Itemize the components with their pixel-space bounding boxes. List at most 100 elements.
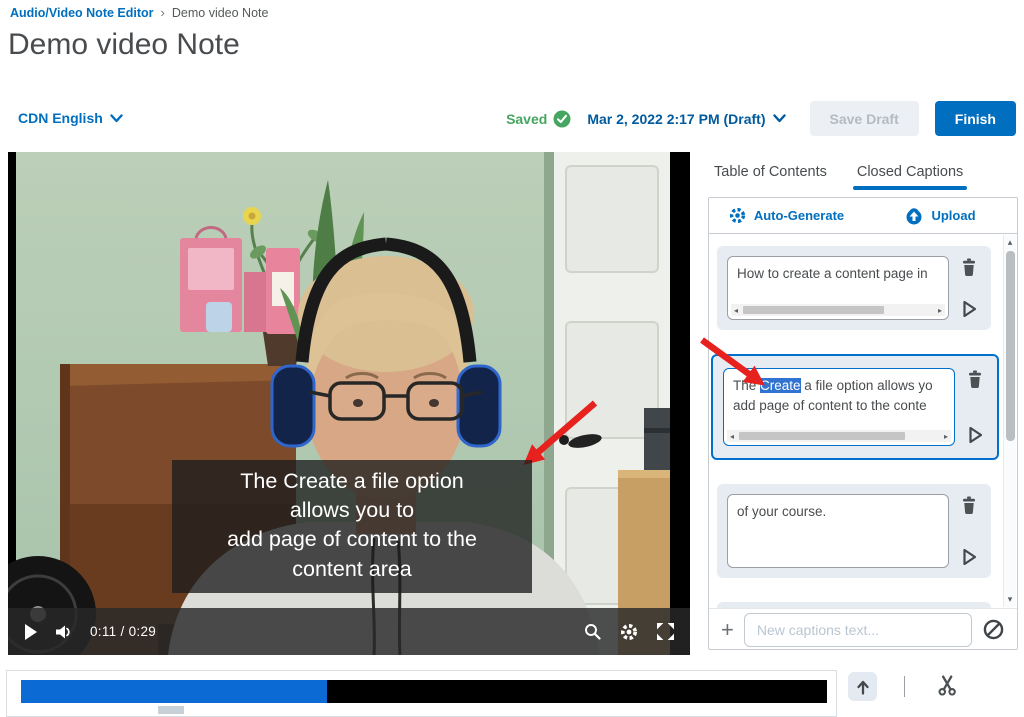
volume-button[interactable] [56, 625, 72, 639]
gear-icon [619, 622, 639, 642]
play-outline-icon [962, 300, 977, 318]
delete-caption-button[interactable] [960, 496, 978, 515]
save-status-label: Saved [506, 111, 547, 127]
video-control-bar: 0:11 / 0:29 [8, 608, 690, 655]
captions-panel: Table of Contents Closed Captions Auto-G… [708, 150, 1018, 653]
caption-card [717, 602, 991, 608]
captions-list: How to create a content page in ◂ ▸ [709, 234, 1017, 608]
trash-icon [960, 258, 978, 277]
scrollbar-thumb[interactable] [739, 432, 905, 440]
caption-card: of your course. [717, 484, 991, 578]
caption-textarea[interactable]: How to create a content page in ◂ ▸ [727, 256, 949, 320]
auto-generate-gear-icon [728, 206, 747, 225]
caption-text: add page of content to the conte [733, 396, 945, 416]
horizontal-scrollbar[interactable]: ◂ ▸ [727, 430, 951, 442]
caption-overlay-line: content area [182, 555, 522, 584]
fullscreen-button[interactable] [657, 623, 674, 640]
scroll-right-icon[interactable]: ▸ [941, 432, 951, 441]
upload-button[interactable]: Upload [863, 206, 1017, 225]
caption-text: How to create a content page in [737, 264, 939, 284]
new-caption-input[interactable] [744, 613, 972, 647]
panel-tabs: Table of Contents Closed Captions [712, 160, 965, 190]
toolbar-divider [904, 676, 905, 697]
caption-text-part: a file option allows yo [801, 378, 933, 393]
tab-table-of-contents[interactable]: Table of Contents [712, 160, 829, 190]
play-caption-button[interactable] [968, 426, 983, 444]
volume-icon [56, 625, 72, 639]
timeline-handle[interactable] [158, 706, 184, 714]
breadcrumb: Audio/Video Note Editor › Demo video Not… [10, 5, 268, 20]
collapse-timeline-button[interactable] [848, 672, 877, 701]
magnifier-icon [584, 623, 601, 640]
vertical-scrollbar[interactable]: ▴ ▾ [1003, 235, 1016, 607]
trash-icon [966, 370, 984, 389]
auto-generate-label: Auto-Generate [754, 208, 844, 223]
horizontal-scrollbar[interactable]: ◂ ▸ [731, 304, 945, 316]
toolbar-right: Saved Mar 2, 2022 2:17 PM (Draft) Save D… [506, 101, 1016, 136]
av-note-editor-page: Audio/Video Note Editor › Demo video Not… [0, 0, 1024, 717]
add-caption-button[interactable]: + [721, 617, 734, 643]
add-caption-row: + [709, 608, 1017, 650]
play-outline-icon [962, 548, 977, 566]
scrollbar-thumb[interactable] [743, 306, 884, 314]
save-draft-button[interactable]: Save Draft [810, 101, 919, 136]
upload-label: Upload [931, 208, 975, 223]
caption-overlay-line: add page of content to the [182, 525, 522, 554]
caption-card-selected: The Create a file option allows yo add p… [711, 354, 999, 460]
caption-card: How to create a content page in ◂ ▸ [717, 246, 991, 330]
play-icon [24, 624, 38, 640]
caption-overlay: The Create a file option allows you to a… [172, 460, 532, 593]
scroll-left-icon[interactable]: ◂ [727, 432, 737, 441]
settings-button[interactable] [619, 622, 639, 642]
scroll-down-icon[interactable]: ▾ [1004, 594, 1016, 605]
search-zoom-button[interactable] [584, 623, 601, 640]
timeline-track[interactable] [21, 680, 827, 703]
caption-overlay-line: The Create a file option [182, 467, 522, 496]
cancel-caption-button[interactable] [982, 618, 1005, 641]
upload-cloud-icon [904, 206, 924, 225]
play-button[interactable] [24, 624, 38, 640]
block-icon [982, 618, 1005, 641]
version-label: Mar 2, 2022 2:17 PM (Draft) [587, 111, 765, 127]
arrow-up-icon [854, 678, 872, 696]
cut-button[interactable] [936, 674, 959, 699]
timeline-progress [21, 680, 327, 703]
breadcrumb-current: Demo video Note [172, 6, 269, 20]
selected-text: Create [760, 378, 801, 393]
play-caption-button[interactable] [962, 300, 977, 318]
page-title: Demo video Note [8, 28, 240, 62]
scrollbar-thumb[interactable] [1006, 251, 1015, 441]
trash-icon [960, 496, 978, 515]
version-dropdown[interactable]: Mar 2, 2022 2:17 PM (Draft) [587, 111, 785, 127]
closed-captions-box: Auto-Generate Upload How to create a con… [708, 197, 1018, 650]
language-dropdown[interactable]: CDN English [18, 110, 123, 126]
auto-generate-button[interactable]: Auto-Generate [709, 206, 863, 225]
breadcrumb-link-editor[interactable]: Audio/Video Note Editor [10, 6, 154, 20]
delete-caption-button[interactable] [966, 370, 984, 389]
language-label: CDN English [18, 110, 103, 126]
timeline-container [6, 670, 837, 717]
saved-check-icon [553, 110, 571, 128]
chevron-down-icon [773, 114, 786, 123]
breadcrumb-separator-icon: › [161, 5, 165, 20]
caption-text: of your course. [737, 502, 939, 522]
caption-textarea[interactable]: of your course. [727, 494, 949, 568]
tab-closed-captions[interactable]: Closed Captions [855, 160, 965, 190]
scissors-icon [936, 674, 959, 696]
play-caption-button[interactable] [962, 548, 977, 566]
finish-button[interactable]: Finish [935, 101, 1016, 136]
chevron-down-icon [110, 114, 123, 123]
caption-text-part: The [733, 378, 760, 393]
caption-textarea[interactable]: The Create a file option allows yo add p… [723, 368, 955, 446]
caption-text: The Create a file option allows yo [733, 376, 945, 396]
scroll-right-icon[interactable]: ▸ [935, 306, 945, 315]
time-display: 0:11 / 0:29 [90, 624, 156, 639]
play-outline-icon [968, 426, 983, 444]
scroll-up-icon[interactable]: ▴ [1004, 237, 1016, 248]
delete-caption-button[interactable] [960, 258, 978, 277]
fullscreen-icon [657, 623, 674, 640]
captions-toolbar: Auto-Generate Upload [709, 198, 1017, 234]
save-status: Saved [506, 110, 571, 128]
scroll-left-icon[interactable]: ◂ [731, 306, 741, 315]
video-player: The Create a file option allows you to a… [8, 152, 690, 655]
